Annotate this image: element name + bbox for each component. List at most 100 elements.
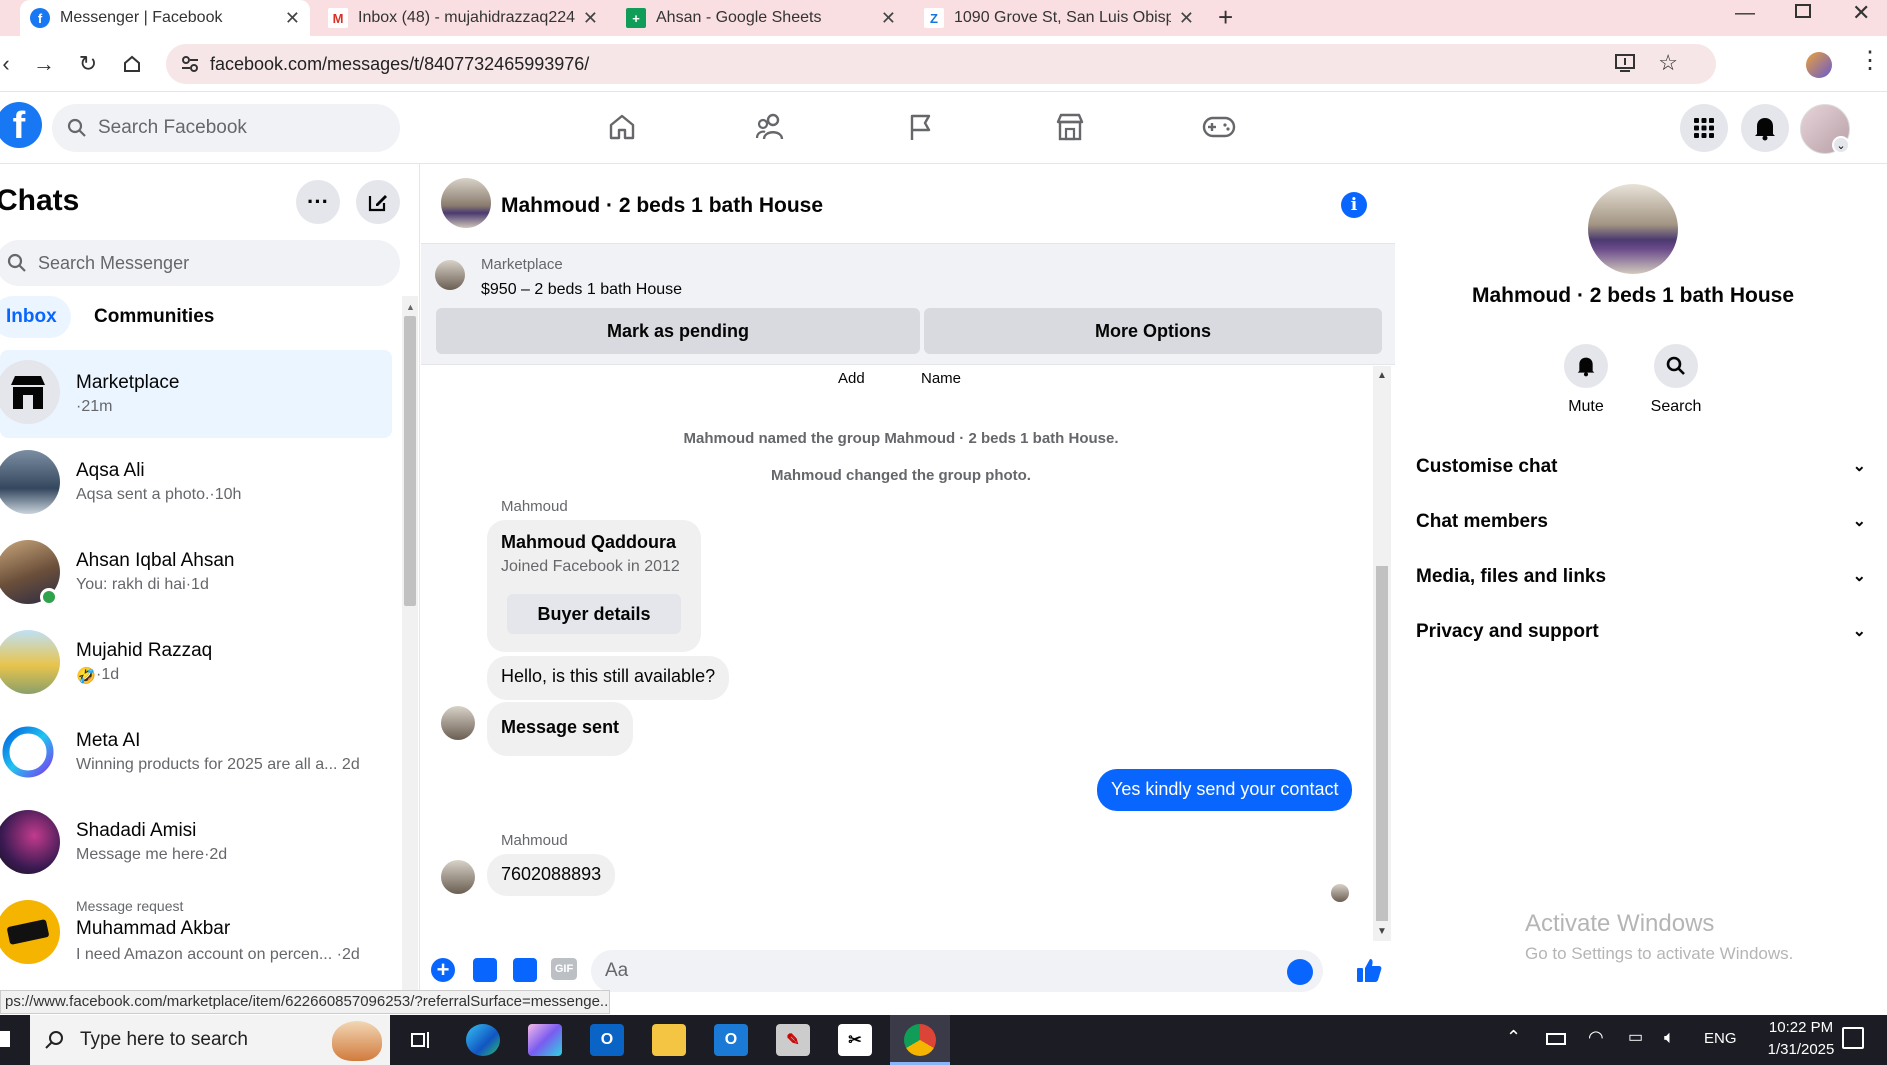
tab-sheets[interactable]: + Ahsan - Google Sheets ✕: [616, 0, 906, 36]
menu-grid-button[interactable]: [1680, 104, 1728, 152]
buyer-details-button[interactable]: Buyer details: [507, 594, 681, 634]
gaming-nav-icon[interactable]: [1202, 110, 1236, 144]
home-nav-icon[interactable]: [605, 110, 639, 144]
plus-icon[interactable]: +: [431, 957, 455, 982]
new-tab-icon[interactable]: +: [1218, 2, 1233, 33]
chat-item-marketplace[interactable]: Marketplace ·21m: [0, 350, 392, 438]
close-icon[interactable]: ✕: [1179, 8, 1194, 29]
chat-members-section[interactable]: Chat members ⌄: [1416, 511, 1866, 533]
close-icon[interactable]: ✕: [285, 8, 300, 29]
network-icon[interactable]: ◠: [1588, 1027, 1604, 1048]
device-icon[interactable]: ▭: [1628, 1027, 1643, 1047]
message-input[interactable]: Aa: [591, 950, 1323, 992]
scroll-up-icon[interactable]: ▲: [1377, 370, 1387, 381]
marketplace-nav-icon[interactable]: [1053, 110, 1087, 144]
sticker-icon[interactable]: [513, 958, 537, 982]
chrome-taskbar-button[interactable]: [890, 1015, 950, 1065]
filter-inbox[interactable]: Inbox: [0, 296, 71, 338]
edge-browser-icon[interactable]: [466, 1024, 500, 1056]
add-label[interactable]: Add: [838, 370, 865, 387]
file-explorer-icon[interactable]: [652, 1024, 686, 1056]
close-icon[interactable]: ✕: [881, 8, 896, 29]
notifications-center-icon[interactable]: [1842, 1027, 1864, 1049]
copilot-icon[interactable]: [528, 1024, 562, 1056]
tab-zillow[interactable]: Z 1090 Grove St, San Luis Obispo ✕: [914, 0, 1204, 36]
filter-communities[interactable]: Communities: [80, 296, 228, 338]
sidebar-scrollbar[interactable]: ▲: [402, 296, 418, 996]
menu-dots-icon[interactable]: ⋮: [1858, 46, 1882, 75]
chat-item-meta-ai[interactable]: Meta AI Winning products for 2025 are al…: [0, 710, 392, 798]
customise-chat-section[interactable]: Customise chat ⌄: [1416, 456, 1866, 478]
url-bar[interactable]: facebook.com/messages/t/8407732465993976…: [166, 44, 1716, 84]
scrollbar-thumb[interactable]: [404, 316, 416, 606]
close-icon[interactable]: ✕: [583, 8, 598, 29]
install-app-icon[interactable]: [1614, 52, 1636, 79]
message-sent-bubble[interactable]: Message sent: [487, 702, 634, 756]
chat-item-ahsan-iqbal-ahsan[interactable]: Ahsan Iqbal Ahsan You: rakh di hai·1d: [0, 530, 392, 618]
chat-item-muhammad-akbar[interactable]: Message request Muhammad Akbar I need Am…: [0, 890, 392, 978]
bookmark-star-icon[interactable]: ☆: [1658, 50, 1678, 76]
scroll-up-icon[interactable]: ▲: [406, 302, 415, 312]
outlook-icon[interactable]: O: [590, 1024, 624, 1056]
reload-icon[interactable]: ↻: [74, 50, 102, 78]
more-options-icon[interactable]: ···: [296, 180, 340, 224]
clock-time[interactable]: 10:22 PM: [1756, 1019, 1846, 1036]
taskbar-search-input[interactable]: Type here to search: [30, 1015, 390, 1065]
chevron-down-icon[interactable]: ⌄: [1832, 136, 1850, 154]
thumbs-up-icon[interactable]: [1355, 956, 1383, 989]
gif-icon[interactable]: GIF: [551, 958, 577, 980]
new-message-icon[interactable]: [356, 180, 400, 224]
chevron-up-icon[interactable]: ⌃: [1506, 1027, 1521, 1048]
outlook-new-icon[interactable]: O: [714, 1024, 748, 1056]
search-in-chat-button[interactable]: [1654, 344, 1698, 388]
my-message-bubble[interactable]: Yes kindly send your contact: [1097, 769, 1353, 811]
chat-item-aqsa-ali[interactable]: Aqsa Ali Aqsa sent a photo.·10h: [0, 440, 392, 528]
battery-icon[interactable]: [1546, 1033, 1566, 1045]
friends-nav-icon[interactable]: [754, 110, 788, 144]
conversation-title[interactable]: Mahmoud · 2 beds 1 bath House: [501, 194, 823, 218]
sender-avatar[interactable]: [441, 706, 475, 740]
window-close-icon[interactable]: ✕: [1852, 0, 1870, 26]
minimize-icon[interactable]: —: [1735, 2, 1755, 25]
forward-icon[interactable]: →: [30, 50, 58, 78]
notifications-button[interactable]: [1741, 104, 1789, 152]
mute-button[interactable]: [1564, 344, 1608, 388]
back-icon[interactable]: ‹: [0, 50, 20, 78]
clock-date[interactable]: 1/31/2025: [1756, 1041, 1846, 1058]
group-avatar[interactable]: [441, 178, 491, 228]
capcut-icon[interactable]: ✂: [838, 1024, 872, 1056]
facebook-search-input[interactable]: Search Facebook: [52, 104, 400, 152]
profile-avatar-icon[interactable]: [1806, 52, 1832, 78]
phone-message-bubble[interactable]: 7602088893: [487, 854, 616, 896]
emoji-picker-icon[interactable]: [1287, 959, 1313, 985]
media-files-links-section[interactable]: Media, files and links ⌄: [1416, 566, 1866, 588]
thread-scrollbar[interactable]: ▲ ▼: [1373, 366, 1391, 941]
volume-icon[interactable]: 🔈︎: [1664, 1027, 1675, 1048]
chat-item-shadadi-amisi[interactable]: Shadadi Amisi Message me here·2d: [0, 800, 392, 888]
photo-icon[interactable]: [473, 958, 497, 982]
home-icon[interactable]: [118, 50, 146, 78]
tab-gmail[interactable]: M Inbox (48) - mujahidrazzaq2244 ✕: [318, 0, 608, 36]
paint-icon[interactable]: ✎: [776, 1024, 810, 1056]
messenger-search-input[interactable]: Search Messenger: [0, 240, 400, 286]
name-label[interactable]: Name: [921, 370, 961, 387]
scrollbar-thumb[interactable]: [1376, 566, 1388, 921]
group-photo[interactable]: [1588, 184, 1678, 274]
windows-start-icon[interactable]: [0, 1031, 10, 1047]
chat-item-mujahid-razzaq[interactable]: Mujahid Razzaq 🤣 ·1d: [0, 620, 392, 708]
privacy-support-section[interactable]: Privacy and support ⌄: [1416, 621, 1866, 643]
facebook-logo-icon[interactable]: f: [0, 102, 42, 148]
message-bubble[interactable]: Hello, is this still available?: [487, 656, 730, 700]
more-options-button[interactable]: More Options: [924, 308, 1382, 354]
language-indicator[interactable]: ENG: [1704, 1030, 1737, 1047]
site-settings-icon[interactable]: [180, 54, 200, 79]
restore-icon[interactable]: [1795, 4, 1811, 18]
info-icon[interactable]: i: [1341, 192, 1367, 218]
tab-messenger[interactable]: f Messenger | Facebook ✕: [20, 0, 310, 36]
listing-thumbnail[interactable]: [435, 260, 465, 290]
sender-avatar[interactable]: [441, 860, 475, 894]
listing-title[interactable]: $950 – 2 beds 1 bath House: [481, 281, 682, 299]
pages-flag-nav-icon[interactable]: [904, 110, 938, 144]
mark-as-pending-button[interactable]: Mark as pending: [436, 308, 920, 354]
task-view-icon[interactable]: [404, 1024, 438, 1056]
